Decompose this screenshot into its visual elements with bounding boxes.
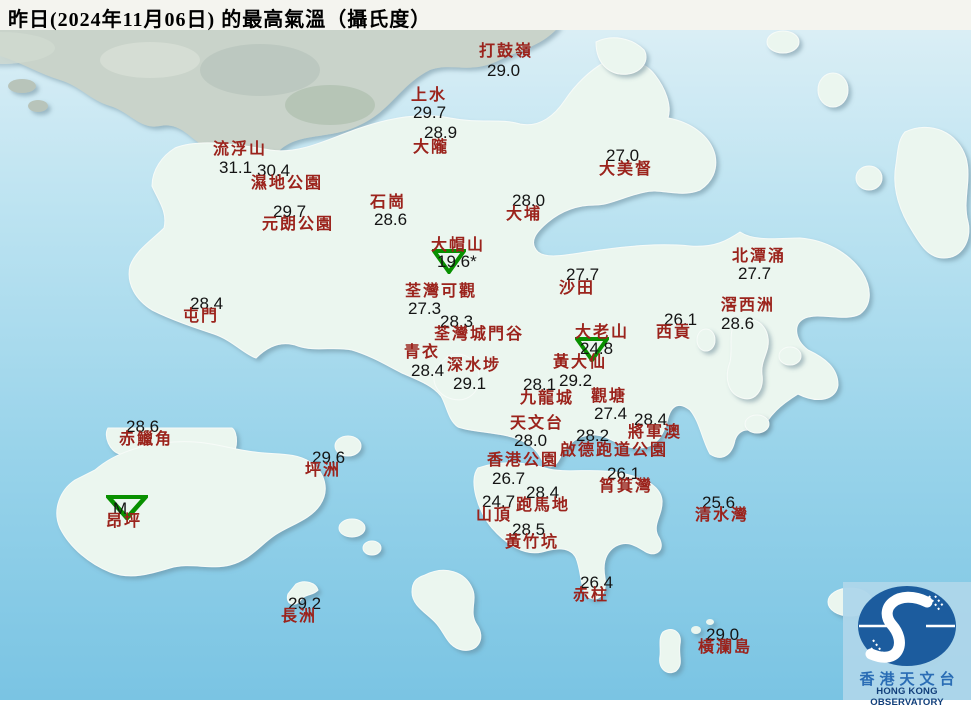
station-value: 27.3 xyxy=(408,299,442,318)
station-name: 觀塘 xyxy=(591,388,628,405)
station-name: 北潭涌 xyxy=(732,248,787,265)
weather-map: 昨日(2024年11月06日) 的最高氣溫（攝氏度） 29.0 打鼓嶺 29.7 上水… xyxy=(0,0,971,708)
station-name: 荃灣可觀 xyxy=(405,283,478,300)
station-name: 石崗 xyxy=(370,194,407,211)
station-name: 九龍城 xyxy=(520,390,575,407)
station-name: 黃大仙 xyxy=(553,354,608,371)
station-value: 29.2 xyxy=(559,371,593,390)
station-name: 荃灣城門谷 xyxy=(434,326,525,343)
station-name: 天文台 xyxy=(510,415,565,432)
station-value: 31.1 xyxy=(219,158,253,177)
station-value: 29.7 xyxy=(413,103,447,122)
station-name: 香港公園 xyxy=(487,452,560,469)
hko-logo: 香港天文台 HONG KONG OBSERVATORY xyxy=(843,582,971,708)
station-name: 長洲 xyxy=(281,608,318,625)
station-value: 29.1 xyxy=(453,374,487,393)
station-name: 黃竹坑 xyxy=(505,534,560,551)
station-value: 28.4 xyxy=(411,361,445,380)
station-name: 跑馬地 xyxy=(516,497,571,514)
hong-kong-map xyxy=(0,0,971,700)
station-name: 滘西洲 xyxy=(721,297,776,314)
station-name: 赤柱 xyxy=(573,587,610,604)
station-value: 28.0 xyxy=(514,431,548,450)
station-name: 流浮山 xyxy=(213,141,268,158)
station-name: 昂坪 xyxy=(106,513,143,530)
station-name: 上水 xyxy=(411,87,448,104)
station-name: 赤鱲角 xyxy=(119,431,174,448)
station-name: 濕地公園 xyxy=(251,175,324,192)
title-bar: 昨日(2024年11月06日) 的最高氣溫（攝氏度） xyxy=(0,0,971,31)
station-name: 沙田 xyxy=(559,280,596,297)
station-name: 大隴 xyxy=(413,139,450,156)
hko-emblem-icon xyxy=(858,586,956,666)
station-name: 打鼓嶺 xyxy=(479,43,534,60)
station-name: 西貢 xyxy=(656,324,693,341)
station-value: 29.0 xyxy=(487,61,521,80)
station-name: 大帽山 xyxy=(431,237,486,254)
station-name: 筲箕灣 xyxy=(599,478,654,495)
station-value: 28.6 xyxy=(374,210,408,229)
station-name: 橫瀾島 xyxy=(698,639,753,656)
station-value: 27.4 xyxy=(594,404,628,423)
station-name: 屯門 xyxy=(183,308,220,325)
station-name: 山頂 xyxy=(476,507,513,524)
station-name: 將軍澳 xyxy=(628,424,683,441)
station-name: 清水灣 xyxy=(695,507,750,524)
station-value: 19.6* xyxy=(437,252,477,271)
station-name: 青衣 xyxy=(404,344,441,361)
map-title: 昨日(2024年11月06日) 的最高氣溫（攝氏度） xyxy=(8,9,432,31)
station-name: 深水埗 xyxy=(447,357,502,374)
station-value: 26.7 xyxy=(492,469,526,488)
station-name: 元朗公園 xyxy=(262,216,335,233)
station-name: 大美督 xyxy=(599,161,654,178)
station-name: 啟德跑道公園 xyxy=(560,442,669,459)
hko-logo-english: HONG KONG OBSERVATORY xyxy=(870,686,944,708)
station-name: 大老山 xyxy=(575,324,630,341)
station-value: 27.7 xyxy=(738,264,772,283)
station-name: 大埔 xyxy=(506,206,543,223)
station-value: 28.6 xyxy=(721,314,755,333)
station-name: 坪洲 xyxy=(305,462,342,479)
